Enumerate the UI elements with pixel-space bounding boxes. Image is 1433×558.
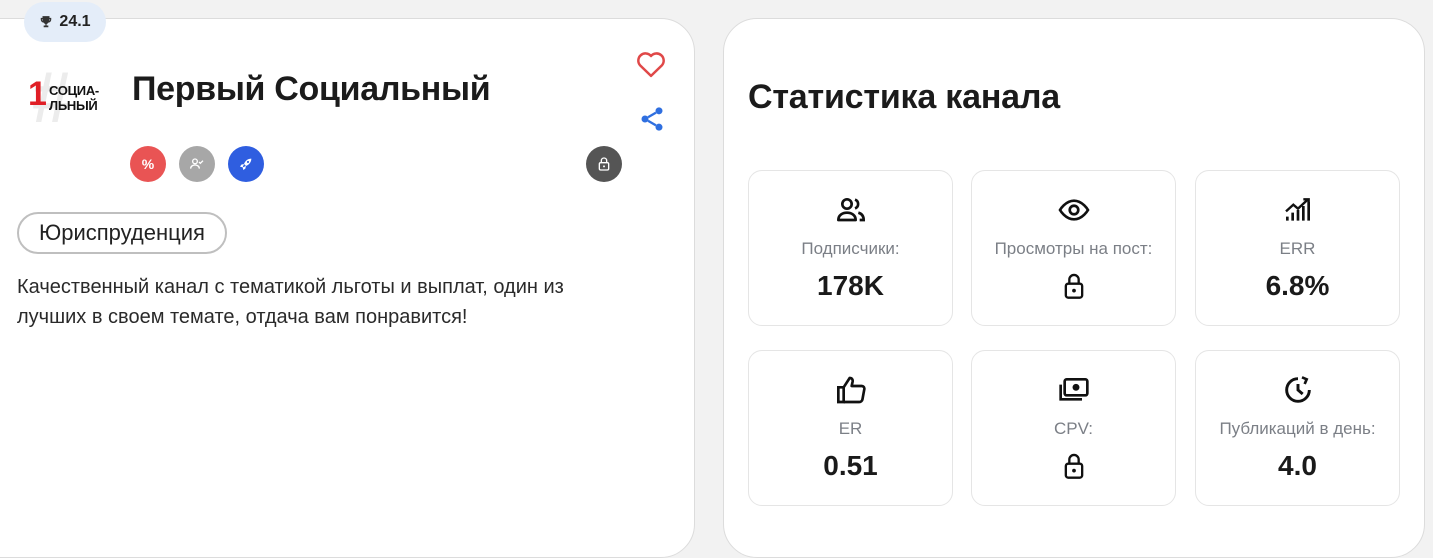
channel-logo[interactable]: # 1 СОЦИА- ЛЬНЫЙ xyxy=(22,62,106,134)
eye-icon xyxy=(1057,193,1091,227)
category-tag[interactable]: Юриспруденция xyxy=(17,212,227,254)
stat-value: 0.51 xyxy=(823,450,878,481)
trophy-icon xyxy=(41,16,52,28)
verified-badge[interactable] xyxy=(179,146,215,182)
stat-value: 178K xyxy=(817,270,884,301)
stat-label: Публикаций в день: xyxy=(1219,419,1376,438)
stat-label: ER xyxy=(838,419,863,438)
stat-value-locked[interactable] xyxy=(1060,269,1088,303)
stat-posts-per-day: Публикаций в день: 4.0 xyxy=(1195,350,1400,506)
stat-subscribers: Подписчики: 178K xyxy=(748,170,953,326)
stat-err: ERR 6.8% xyxy=(1195,170,1400,326)
heart-icon[interactable] xyxy=(636,50,666,78)
stat-value: 6.8% xyxy=(1265,270,1330,301)
rating-value: 24.1 xyxy=(59,13,91,30)
users-icon xyxy=(834,193,868,227)
stats-title: Статистика канала xyxy=(748,78,1060,116)
person-check-icon xyxy=(190,158,204,169)
stat-er: ER 0.51 xyxy=(748,350,953,506)
stat-label: ERR xyxy=(1279,239,1316,258)
logo-number: 1 xyxy=(28,75,47,113)
percent-icon: % xyxy=(141,156,155,172)
logo-word: СОЦИА- ЛЬНЫЙ xyxy=(49,83,99,113)
stat-cpv: CPV: xyxy=(971,350,1176,506)
stat-label: Подписчики: xyxy=(801,239,900,258)
channel-title[interactable]: Первый Социальный xyxy=(132,70,491,109)
rocket-icon xyxy=(240,158,252,170)
stat-views-per-post: Просмотры на пост: xyxy=(971,170,1176,326)
lock-icon xyxy=(1064,273,1083,299)
clock-icon xyxy=(1281,373,1315,407)
discount-badge[interactable]: % xyxy=(130,146,166,182)
stat-label: Просмотры на пост: xyxy=(994,239,1153,258)
share-icon[interactable] xyxy=(638,105,666,133)
channel-description: Качественный канал с тематикой льготы и … xyxy=(17,276,564,328)
private-badge[interactable] xyxy=(586,146,622,182)
stat-value-locked[interactable] xyxy=(1060,449,1088,483)
lock-icon xyxy=(598,157,610,171)
stat-value: 4.0 xyxy=(1278,450,1317,481)
rating-badge: 24.1 xyxy=(24,2,106,42)
thumb-up-icon xyxy=(834,373,868,407)
stat-label: CPV: xyxy=(1053,419,1094,438)
lock-icon xyxy=(1064,453,1083,479)
chart-icon xyxy=(1281,193,1315,227)
money-icon xyxy=(1057,373,1091,407)
boost-badge[interactable] xyxy=(228,146,264,182)
